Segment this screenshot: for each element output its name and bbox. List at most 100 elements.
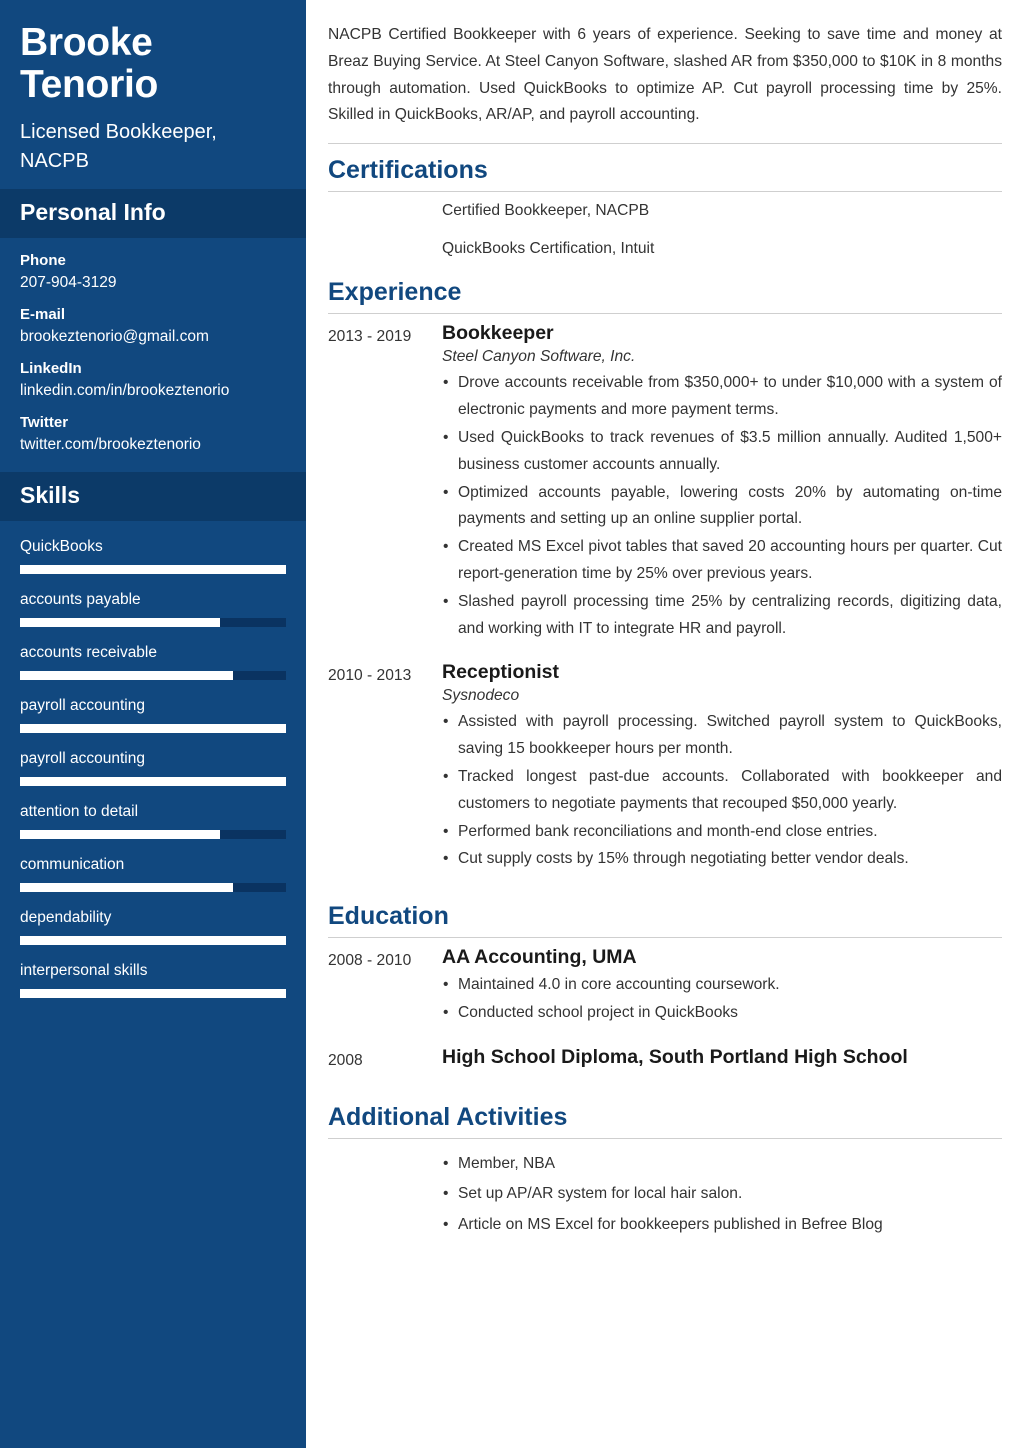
field-value[interactable]: linkedin.com/in/brookeztenorio: [20, 382, 286, 400]
field-value: 207-904-3129: [20, 274, 117, 291]
personal-info-list: Phone 207-904-3129 E-mail brookeztenorio…: [0, 252, 306, 472]
entry-body: Receptionist Sysnodeco Assisted with pay…: [442, 661, 1002, 874]
skill-item: interpersonal skills: [20, 962, 286, 998]
skill-bar-track: [20, 565, 286, 574]
experience-entry: 2010 - 2013 Receptionist Sysnodeco Assis…: [328, 661, 1002, 874]
skill-bar-track: [20, 989, 286, 998]
bullet-item: Slashed payroll processing time 25% by c…: [442, 589, 1002, 643]
entry-date: 2008 - 2010: [328, 952, 412, 970]
skill-label: accounts receivable: [20, 644, 157, 661]
main-content: NACPB Certified Bookkeeper with 6 years …: [306, 0, 1024, 1448]
certification-item: QuickBooks Certification, Intuit: [442, 240, 655, 258]
activity-item: Set up AP/AR system for local hair salon…: [442, 1179, 1002, 1210]
sidebar: Brooke Tenorio Licensed Bookkeeper, NACP…: [0, 0, 306, 1448]
skill-bar-track: [20, 618, 286, 627]
field-label: Phone: [20, 252, 66, 269]
bullet-item: Performed bank reconciliations and month…: [442, 819, 1002, 846]
entry-company: Steel Canyon Software, Inc.: [442, 348, 636, 366]
skill-item: QuickBooks: [20, 538, 286, 574]
skill-bar-fill: [20, 565, 286, 574]
skill-bar-fill: [20, 989, 286, 998]
skill-item: accounts receivable: [20, 644, 286, 680]
entry-bullets: Drove accounts receivable from $350,000+…: [442, 370, 1002, 642]
entry-job-title: Bookkeeper: [442, 322, 554, 345]
divider: [328, 191, 1002, 193]
bullet-item: Tracked longest past-due accounts. Colla…: [442, 764, 1002, 818]
certification-item: Certified Bookkeeper, NACPB: [442, 202, 650, 220]
entry-degree: AA Accounting, UMA: [442, 946, 637, 969]
skill-bar-track: [20, 724, 286, 733]
entry-body: AA Accounting, UMA Maintained 4.0 in cor…: [442, 946, 1002, 1028]
skill-label: accounts payable: [20, 591, 141, 608]
divider: [328, 143, 1002, 145]
skill-bar-fill: [20, 618, 220, 627]
candidate-name: Brooke Tenorio: [20, 21, 158, 107]
experience-entry: 2013 - 2019 Bookkeeper Steel Canyon Soft…: [328, 322, 1002, 643]
skill-bar-track: [20, 936, 286, 945]
skills-list: QuickBooks accounts payable accounts rec…: [0, 538, 306, 998]
skill-label: payroll accounting: [20, 750, 145, 767]
skill-bar-track: [20, 671, 286, 680]
skill-label: payroll accounting: [20, 697, 145, 714]
bullet-item: Used QuickBooks to track revenues of $3.…: [442, 425, 1002, 479]
divider: [328, 313, 1002, 315]
skill-label: dependability: [20, 909, 112, 926]
section-title-additional-activities: Additional Activities: [328, 1102, 568, 1131]
skill-bar-track: [20, 777, 286, 786]
sidebar-heading-skills: Skills: [0, 472, 306, 521]
skill-label: communication: [20, 856, 125, 873]
bullet-item: Drove accounts receivable from $350,000+…: [442, 370, 1002, 424]
activity-item: Member, NBA: [442, 1149, 1002, 1180]
bullet-item: Optimized accounts payable, lowering cos…: [442, 480, 1002, 534]
entry-degree: High School Diploma, South Portland High…: [442, 1045, 908, 1068]
field-label: LinkedIn: [20, 360, 82, 377]
section-title-education: Education: [328, 902, 449, 931]
divider: [328, 1137, 1002, 1139]
personal-info-twitter: Twitter twitter.com/brookeztenorio: [20, 414, 286, 454]
field-value: brookeztenorio@gmail.com: [20, 328, 209, 345]
candidate-job-title: Licensed Bookkeeper, NACPB: [20, 121, 217, 172]
skill-bar-fill: [20, 671, 233, 680]
entry-date: 2013 - 2019: [328, 328, 412, 346]
skill-item: accounts payable: [20, 591, 286, 627]
sidebar-heading-personal-info: Personal Info: [0, 189, 306, 238]
field-label: E-mail: [20, 306, 66, 323]
entry-date: 2010 - 2013: [328, 667, 412, 685]
skill-label: attention to detail: [20, 803, 139, 820]
skill-item: dependability: [20, 909, 286, 945]
entry-date: 2008: [328, 1051, 363, 1069]
activity-item: Article on MS Excel for bookkeepers publ…: [442, 1210, 1002, 1241]
education-entry: 2008 - 2010 AA Accounting, UMA Maintaine…: [328, 946, 1002, 1028]
skill-label: QuickBooks: [20, 538, 103, 555]
additional-activities-list: Member, NBA Set up AP/AR system for loca…: [442, 1149, 1002, 1241]
certifications-list: Certified Bookkeeper, NACPB QuickBooks C…: [328, 202, 1002, 258]
personal-info-phone: Phone 207-904-3129: [20, 252, 286, 292]
skill-item: payroll accounting: [20, 697, 286, 733]
bullet-item: Cut supply costs by 15% through negotiat…: [442, 846, 1002, 873]
section-title-certifications: Certifications: [328, 156, 488, 185]
entry-bullets: Maintained 4.0 in core accounting course…: [442, 972, 1002, 1027]
skill-item: attention to detail: [20, 803, 286, 839]
field-label: Twitter: [20, 414, 69, 431]
name-block: Brooke Tenorio Licensed Bookkeeper, NACP…: [0, 0, 306, 189]
personal-info-linkedin: LinkedIn linkedin.com/in/brookeztenorio: [20, 360, 286, 400]
skill-bar-fill: [20, 830, 220, 839]
skill-bar-fill: [20, 883, 233, 892]
skill-bar-track: [20, 883, 286, 892]
skill-bar-fill: [20, 777, 286, 786]
bullet-item: Maintained 4.0 in core accounting course…: [442, 972, 1002, 999]
bullet-item: Conducted school project in QuickBooks: [442, 1000, 1002, 1027]
resume-page: Brooke Tenorio Licensed Bookkeeper, NACP…: [0, 0, 1024, 1448]
entry-company: Sysnodeco: [442, 687, 520, 705]
divider: [328, 937, 1002, 939]
field-value[interactable]: twitter.com/brookeztenorio: [20, 436, 286, 454]
skill-bar-fill: [20, 724, 286, 733]
section-title-experience: Experience: [328, 278, 462, 307]
entry-job-title: Receptionist: [442, 661, 560, 684]
skill-label: interpersonal skills: [20, 962, 148, 979]
entry-bullets: Assisted with payroll processing. Switch…: [442, 709, 1002, 873]
skill-item: payroll accounting: [20, 750, 286, 786]
skill-bar-track: [20, 830, 286, 839]
skill-bar-fill: [20, 936, 286, 945]
personal-info-email: E-mail brookeztenorio@gmail.com: [20, 306, 286, 346]
